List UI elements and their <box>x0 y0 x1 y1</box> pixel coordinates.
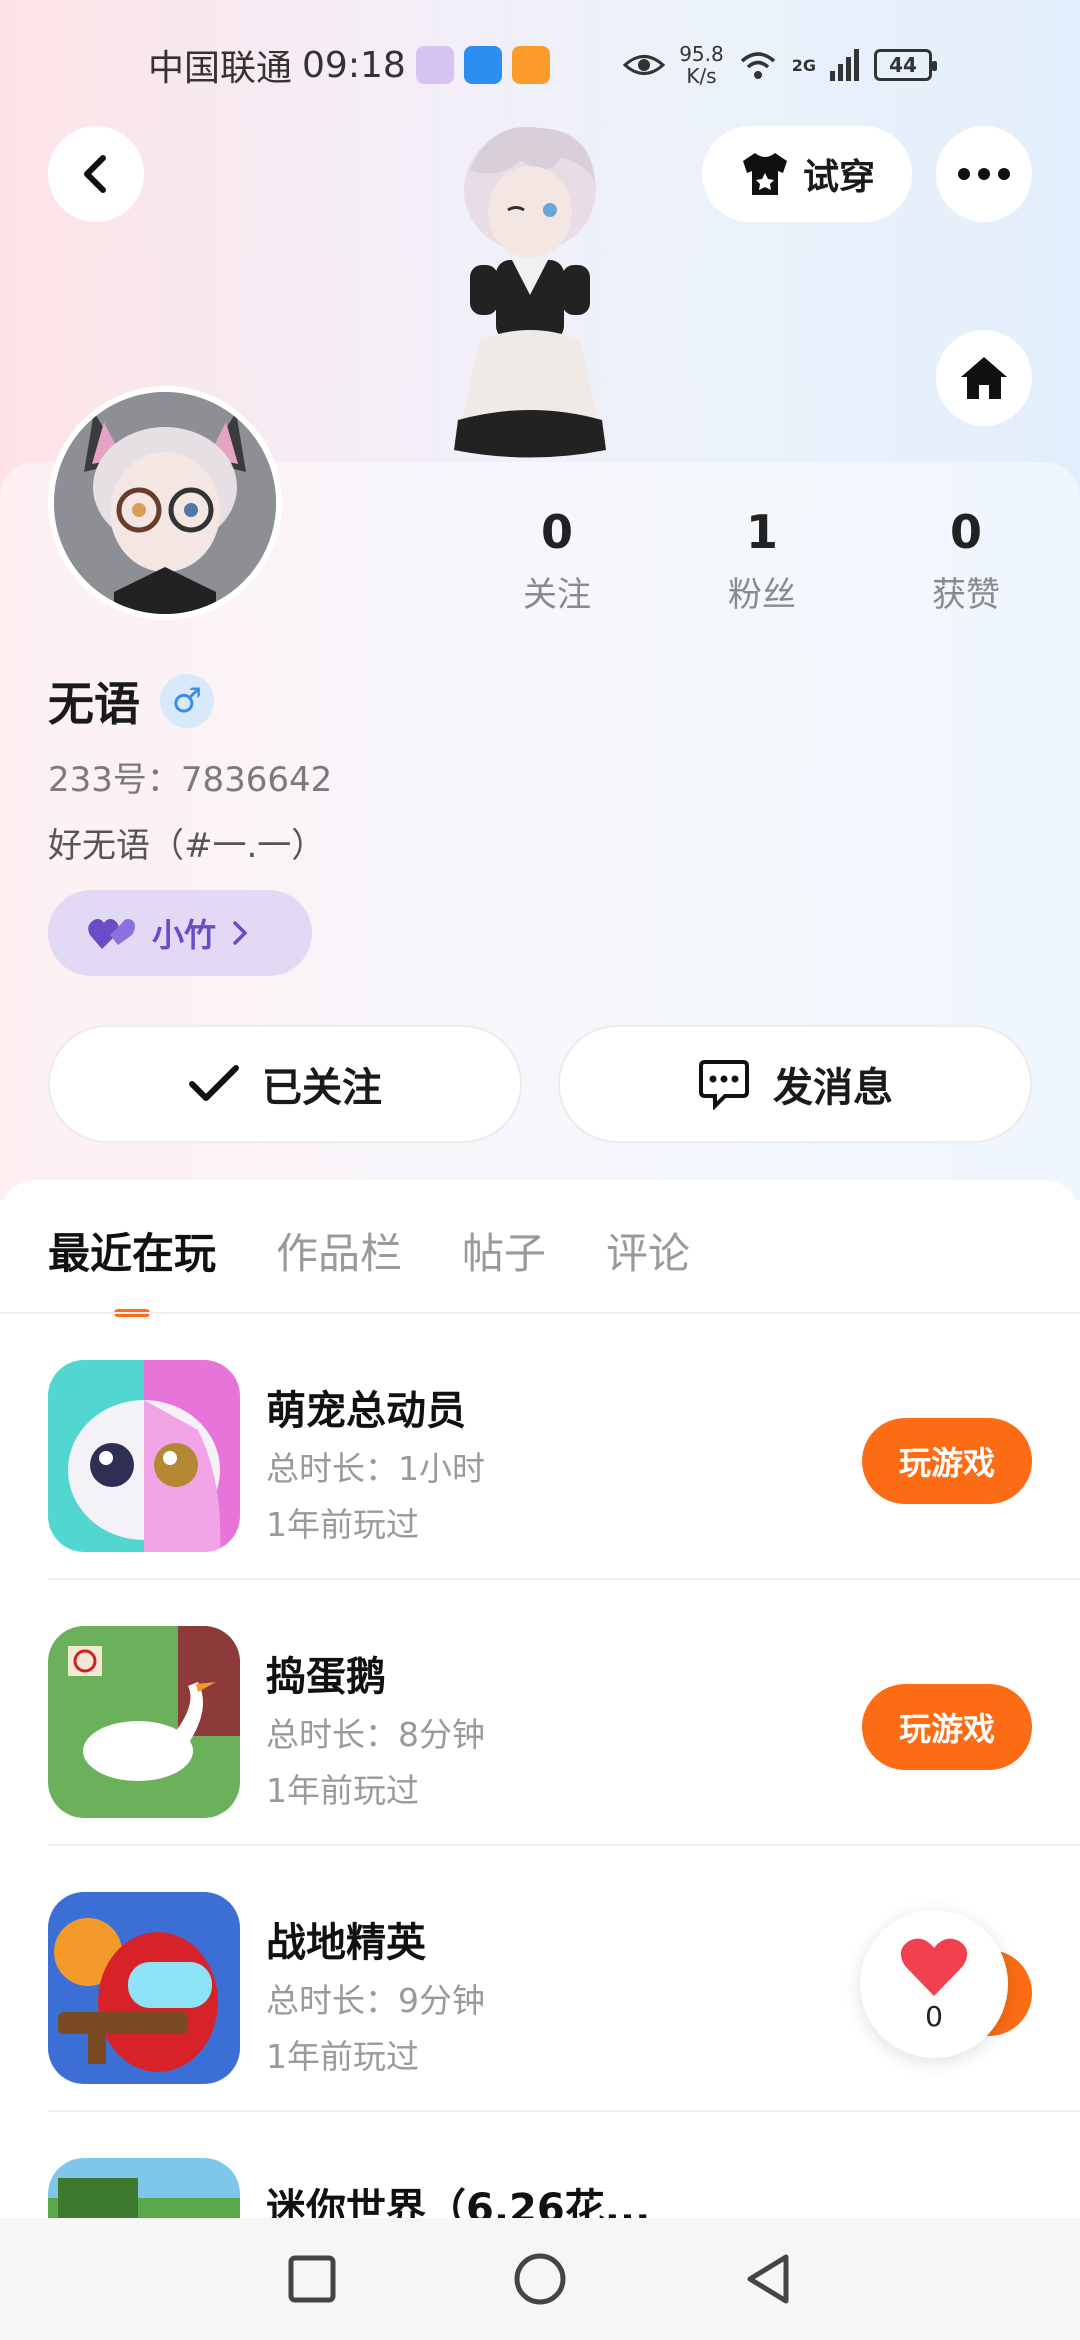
chat-bubble-icon <box>699 1060 749 1110</box>
game-last-played: 1年前玩过 <box>266 1771 419 1810</box>
user-bio: 好无语（#一.一） <box>48 826 326 866</box>
tab-posts[interactable]: 帖子 <box>462 1220 546 1317</box>
more-button[interactable] <box>936 126 1032 222</box>
clock: 09:18 <box>302 44 406 86</box>
likes-count: 0 <box>949 505 982 559</box>
weather-app-icon <box>463 46 502 84</box>
tab-recent-play[interactable]: 最近在玩 <box>48 1220 216 1317</box>
battery-icon: 44 <box>874 49 937 81</box>
system-nav-bar <box>0 2218 1080 2340</box>
game-icon-pet <box>48 1360 240 1552</box>
chevron-left-icon <box>84 155 106 193</box>
tab-bar: 最近在玩 作品栏 帖子 评论 <box>48 1220 690 1317</box>
double-heart-icon <box>88 919 135 949</box>
play-game-button[interactable]: 玩游戏 <box>862 1418 1032 1504</box>
following-count: 0 <box>540 505 573 559</box>
play-game-button[interactable]: 玩游戏 <box>862 1684 1032 1770</box>
followed-label: 已关注 <box>262 1065 382 1111</box>
game-duration: 总时长：9分钟 <box>266 1981 485 2020</box>
send-message-label: 发消息 <box>773 1065 893 1111</box>
chevron-right-icon <box>233 921 248 945</box>
home-nav-button[interactable] <box>513 2252 567 2306</box>
back-button[interactable] <box>48 126 144 222</box>
game-icon-battle <box>48 1892 240 2084</box>
followers-label: 粉丝 <box>728 575 796 615</box>
user-id[interactable]: 233号：7836642 <box>48 752 332 801</box>
game-row[interactable]: 捣蛋鹅 总时长：8分钟 1年前玩过 玩游戏 <box>48 1580 1080 1846</box>
tab-comments[interactable]: 评论 <box>606 1220 690 1317</box>
profile-name: 无语 <box>48 677 140 731</box>
game-duration: 总时长：1小时 <box>266 1449 485 1488</box>
network-speed: 95.8 K/s <box>679 42 724 88</box>
tab-works[interactable]: 作品栏 <box>276 1220 402 1317</box>
avatar[interactable] <box>48 386 282 620</box>
game-last-played: 1年前玩过 <box>266 2037 419 2076</box>
game-duration: 总时长：8分钟 <box>266 1715 485 1754</box>
recent-apps-button[interactable] <box>288 2255 336 2303</box>
home-icon <box>961 357 1007 399</box>
game-title: 战地精英 <box>266 1920 426 1966</box>
following-label: 关注 <box>523 575 591 615</box>
signal-icon <box>830 49 859 81</box>
likes-stat[interactable]: 0 获赞 <box>886 505 1046 616</box>
followed-button[interactable]: 已关注 <box>48 1025 522 1143</box>
game-title: 捣蛋鹅 <box>266 1654 386 1700</box>
try-on-button[interactable]: 试穿 <box>702 126 912 222</box>
avatar-image <box>54 392 276 614</box>
game-row[interactable]: 萌宠总动员 总时长：1小时 1年前玩过 玩游戏 <box>48 1314 1080 1580</box>
eye-comfort-icon <box>623 55 666 75</box>
home-button[interactable] <box>936 330 1032 426</box>
shirt-icon <box>742 153 787 195</box>
game-title: 萌宠总动员 <box>266 1388 466 1434</box>
heart-icon <box>900 1938 968 1996</box>
following-stat[interactable]: 0 关注 <box>477 505 637 616</box>
followers-count: 1 <box>745 505 778 559</box>
carrier-label: 中国联通 <box>148 48 293 89</box>
like-float-button[interactable]: 0 <box>860 1910 1008 2058</box>
back-nav-button[interactable] <box>744 2253 792 2305</box>
app-notification-icon <box>415 46 454 84</box>
wifi-icon <box>740 52 775 79</box>
status-bar: 中国联通 09:18 95.8 K/s 2G 44 <box>0 0 1080 130</box>
checkmark-icon <box>189 1065 239 1101</box>
friend-tag-label: 小竹 <box>152 916 217 954</box>
profile-name-row: 无语 ♂ <box>48 668 214 734</box>
game-last-played: 1年前玩过 <box>266 1505 419 1544</box>
likes-label: 获赞 <box>932 575 1000 615</box>
network-type: 2G <box>791 55 816 75</box>
game-icon-goose <box>48 1626 240 1818</box>
male-gender-icon: ♂ <box>160 674 214 728</box>
avatar-figure[interactable] <box>430 120 630 460</box>
try-on-label: 试穿 <box>802 157 875 198</box>
friend-tag-button[interactable]: 小竹 <box>48 890 312 976</box>
more-dots-icon <box>958 168 1010 180</box>
followers-stat[interactable]: 1 粉丝 <box>682 505 842 616</box>
send-message-button[interactable]: 发消息 <box>558 1025 1032 1143</box>
like-count: 0 <box>925 1999 943 2033</box>
orange-app-icon <box>511 46 550 84</box>
